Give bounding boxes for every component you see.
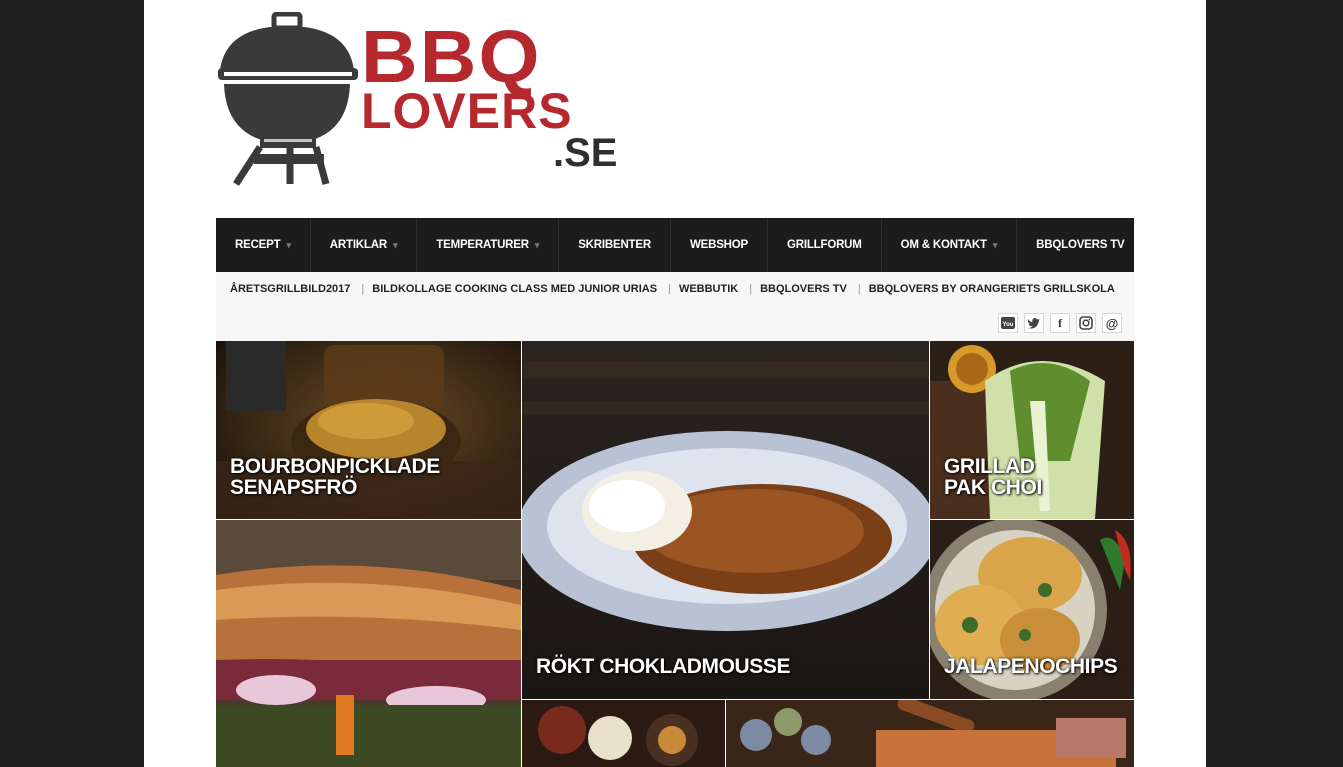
separator: | (857, 283, 861, 295)
post-title: RÖKT CHOKLADMOUSSE (536, 655, 791, 678)
nav-item-grillforum[interactable]: GRILLFORUM (768, 218, 882, 272)
post-title: JALAPENOCHIPS (944, 655, 1118, 678)
email-glyph: @ (1105, 315, 1119, 331)
nav-label: OM & KONTAKT (900, 239, 987, 251)
nav-label: WEBSHOP (689, 239, 748, 251)
post-title-line2: PAK CHOI (944, 476, 1042, 499)
nav-item-om-kontakt[interactable]: OM & KONTAKT ▾ (882, 218, 1018, 272)
grill-icon (218, 12, 358, 186)
nav-label: BBQLOVERS TV (1036, 239, 1125, 251)
post-title-line1: BOURBONPICKLADE (230, 455, 440, 478)
separator: | (361, 283, 365, 295)
email-icon[interactable]: @ (1102, 313, 1122, 333)
page-container: BBQ LOVERS .SE RECEPT ▾ ARTIKLAR ▾ TEMPERA… (144, 0, 1206, 767)
nav-label: ARTIKLAR (329, 239, 387, 251)
secondary-navigation: ÅRETSGRILLBILD2017 | BILDKOLLAGE COOKING… (216, 272, 1134, 341)
nav-label: SKRIBENTER (578, 239, 651, 251)
social-links: You f @ (998, 313, 1122, 333)
main-navigation: RECEPT ▾ ARTIKLAR ▾ TEMPERATURER ▾ SKRIBENT… (216, 218, 1134, 272)
featured-post-bottom-left[interactable] (522, 700, 725, 767)
post-title-line1: GRILLAD (944, 455, 1035, 478)
nav-label: TEMPERATURER (436, 239, 529, 251)
nav-label: RECEPT (235, 239, 281, 251)
site-logo[interactable]: BBQ LOVERS .SE (216, 12, 634, 187)
post-image (522, 700, 725, 767)
nav-item-webshop[interactable]: WEBSHOP (671, 218, 768, 272)
featured-post-sandwich[interactable] (216, 520, 521, 767)
youtube-icon[interactable]: You (998, 313, 1018, 333)
facebook-icon[interactable]: f (1050, 313, 1070, 333)
post-image (216, 520, 521, 767)
featured-post-bottom-right[interactable] (726, 700, 1134, 767)
post-title-line1: RÖKT CHOKLADMOUSSE (536, 655, 791, 678)
post-title: BOURBONPICKLADE SENAPSFRÖ (230, 456, 440, 498)
facebook-glyph: f (1058, 315, 1062, 330)
separator: | (668, 283, 671, 295)
sub-link-bildkollage[interactable]: BILDKOLLAGE COOKING CLASS MED JUNIOR URI… (372, 283, 657, 295)
separator: | (749, 283, 753, 295)
svg-text:You: You (1003, 322, 1014, 328)
logo-line-bbq: BBQ (361, 15, 542, 98)
nav-item-temperaturer[interactable]: TEMPERATURER ▾ (417, 218, 560, 272)
post-image (522, 341, 929, 699)
sub-link-aretsgrillbild[interactable]: ÅRETSGRILLBILD2017 (230, 283, 350, 295)
post-title-line2: SENAPSFRÖ (230, 476, 358, 499)
chevron-down-icon: ▾ (392, 239, 398, 250)
logo-wordmark: BBQ LOVERS .SE (361, 20, 618, 175)
nav-label: GRILLFORUM (787, 239, 862, 251)
featured-post-chokladmousse[interactable]: RÖKT CHOKLADMOUSSE (522, 341, 929, 699)
nav-item-bbqlovers-tv[interactable]: BBQLOVERS TV (1017, 218, 1143, 272)
featured-post-bourbonpicklade[interactable]: BOURBONPICKLADE SENAPSFRÖ (216, 341, 521, 519)
chevron-down-icon: ▾ (286, 239, 291, 250)
nav-item-skribenter[interactable]: SKRIBENTER (559, 218, 671, 272)
twitter-icon[interactable] (1024, 313, 1044, 333)
chevron-down-icon: ▾ (992, 239, 998, 250)
post-image (726, 700, 1134, 767)
nav-item-artiklar[interactable]: ARTIKLAR ▾ (311, 218, 418, 272)
instagram-icon[interactable] (1076, 313, 1096, 333)
post-title: GRILLAD PAK CHOI (944, 456, 1042, 498)
sub-link-webbutik[interactable]: WEBBUTIK (679, 283, 738, 295)
sub-link-grillskola[interactable]: BBQLOVERS BY ORANGERIETS GRILLSKOLA (869, 283, 1115, 295)
chevron-down-icon: ▾ (534, 239, 540, 250)
sub-link-bbqlovers-tv[interactable]: BBQLOVERS TV (760, 283, 847, 295)
featured-post-pak-choi[interactable]: GRILLAD PAK CHOI (930, 341, 1134, 519)
featured-post-jalapenochips[interactable]: JALAPENOCHIPS (930, 520, 1134, 699)
logo-line-se: .SE (553, 131, 618, 175)
post-title-line1: JALAPENOCHIPS (944, 655, 1118, 678)
nav-item-recept[interactable]: RECEPT ▾ (216, 218, 311, 272)
